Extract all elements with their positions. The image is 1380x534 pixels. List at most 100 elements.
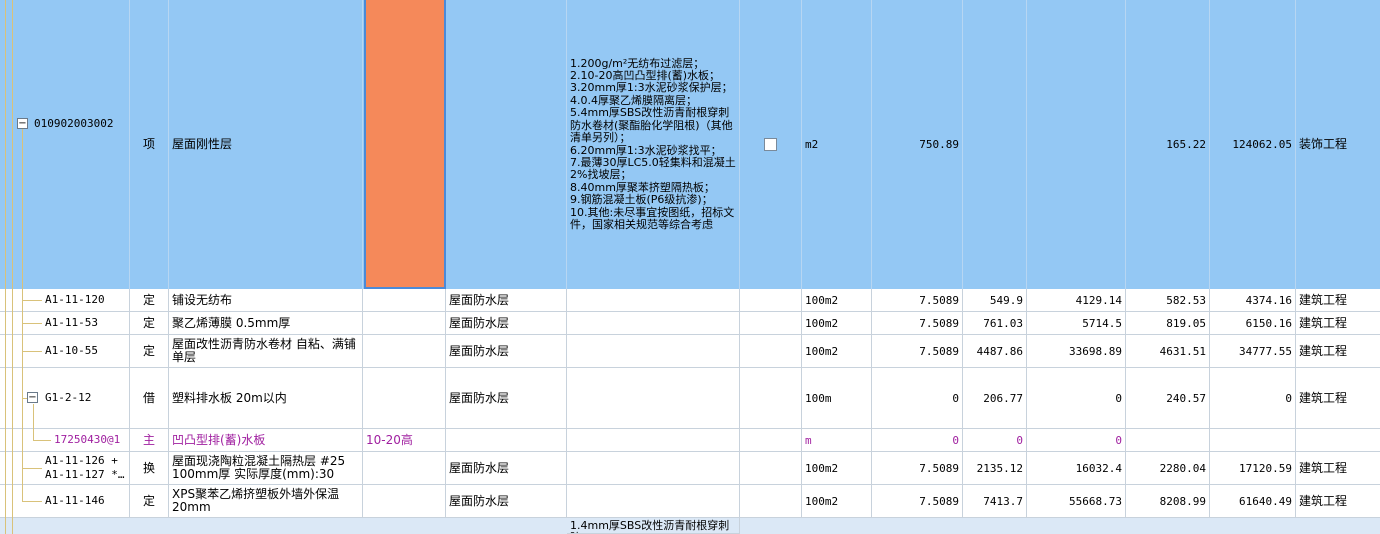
profession-cell: [446, 0, 567, 289]
total1-cell: 0: [1027, 429, 1126, 452]
quantity-cell: 7.5089: [872, 312, 963, 335]
total1-cell: [1027, 0, 1126, 289]
features-cell: [567, 312, 740, 335]
tree-line: [22, 300, 42, 301]
table-row-next-bill[interactable]: 1.4mm厚SBS改性沥青耐根穿刺防: [0, 518, 1380, 534]
features-cell: [567, 429, 740, 452]
quantity-cell: 0: [872, 429, 963, 452]
checkbox-cell: [740, 312, 802, 335]
unit-cell: 100m: [802, 368, 872, 429]
unit-cell: 100m2: [802, 452, 872, 485]
category-cell: 建筑工程: [1296, 452, 1380, 485]
name-cell: 聚乙烯薄膜 0.5mm厚: [169, 312, 363, 335]
profession-cell: 屋面防水层: [446, 289, 567, 312]
total1-cell: 55668.73: [1027, 485, 1126, 518]
features-text: 1.4mm厚SBS改性沥青耐根穿刺防: [570, 519, 730, 533]
table-row[interactable]: − G1-2-12 借 塑料排水板 20m以内 屋面防水层 100m 0 206…: [0, 368, 1380, 429]
features-cell: [567, 335, 740, 368]
price1-cell: 2135.12: [963, 452, 1027, 485]
table-row[interactable]: A1-11-120 定 铺设无纺布 屋面防水层 100m2 7.5089 549…: [0, 289, 1380, 312]
name-cell: XPS聚苯乙烯挤塑板外墙外保温 20mm: [169, 485, 363, 518]
item-code: G1-2-12: [45, 391, 92, 404]
price1-cell: 4487.86: [963, 335, 1027, 368]
code-cell: A1-11-146: [0, 485, 130, 518]
checkbox-cell: [740, 335, 802, 368]
total1-cell: 33698.89: [1027, 335, 1126, 368]
table-row[interactable]: A1-11-126 + A1-11-127 *… 换 屋面现浇陶粒混凝土隔热层 …: [0, 452, 1380, 485]
total1-cell: 5714.5: [1027, 312, 1126, 335]
total1-cell: 4129.14: [1027, 289, 1126, 312]
profession-cell: 屋面防水层: [446, 312, 567, 335]
price2-cell: [1126, 429, 1210, 452]
code-cell: A1-10-55: [0, 335, 130, 368]
price1-cell: 0: [963, 429, 1027, 452]
type-cell: 定: [130, 312, 169, 335]
quantity-cell: 7.5089: [872, 452, 963, 485]
collapse-icon[interactable]: −: [17, 118, 28, 129]
checkbox-cell: [740, 452, 802, 485]
collapse-icon[interactable]: −: [27, 392, 38, 403]
spec-cell[interactable]: [363, 452, 446, 485]
quantity-cell: 750.89: [872, 0, 963, 289]
price2-cell: 819.05: [1126, 312, 1210, 335]
tree-line: [22, 398, 27, 399]
features-cell: [567, 368, 740, 429]
name-cell: 屋面现浇陶粒混凝土隔热层 #25 100mm厚 实际厚度(mm):30: [169, 452, 363, 485]
name-cell: 屋面刚性层: [169, 0, 363, 289]
quantity-cell: 7.5089: [872, 289, 963, 312]
table-row-material[interactable]: 17250430@1 主 凹凸型排(蓄)水板 10-20高 m 0 0 0: [0, 429, 1380, 452]
code-cell: A1-11-120: [0, 289, 130, 312]
total2-cell: 6150.16: [1210, 312, 1296, 335]
profession-cell: 屋面防水层: [446, 452, 567, 485]
spec-cell[interactable]: 10-20高: [363, 429, 446, 452]
code-cell: A1-11-53: [0, 312, 130, 335]
unit-cell: 100m2: [802, 289, 872, 312]
unit-cell: m2: [802, 0, 872, 289]
table-row[interactable]: A1-11-53 定 聚乙烯薄膜 0.5mm厚 屋面防水层 100m2 7.50…: [0, 312, 1380, 335]
spec-cell[interactable]: [363, 312, 446, 335]
tree-line: [22, 129, 23, 501]
row-checkbox[interactable]: [764, 138, 777, 151]
spec-cell[interactable]: [363, 368, 446, 429]
name-cell: 塑料排水板 20m以内: [169, 368, 363, 429]
item-code: A1-11-53: [45, 316, 98, 329]
table-row[interactable]: A1-11-146 定 XPS聚苯乙烯挤塑板外墙外保温 20mm 屋面防水层 1…: [0, 485, 1380, 518]
price1-cell: 7413.7: [963, 485, 1027, 518]
item-code: A1-11-146: [45, 494, 105, 507]
item-code: A1-10-55: [45, 344, 98, 357]
tree-line: [33, 404, 34, 441]
item-code: 17250430@1: [54, 433, 121, 446]
type-cell: 项: [130, 0, 169, 289]
item-code: A1-11-126 +: [45, 454, 118, 467]
code-cell: A1-11-126 + A1-11-127 *…: [0, 452, 130, 485]
tree-line: [5, 0, 6, 534]
price2-cell: 582.53: [1126, 289, 1210, 312]
table-row-bill[interactable]: − 010902003002 项 屋面刚性层 1.200g/m²无纺布过滤层； …: [0, 0, 1380, 289]
spec-cell[interactable]: [363, 485, 446, 518]
item-code-secondary: A1-11-127 *…: [45, 468, 125, 481]
tree-line: [12, 0, 13, 534]
unit-cell: 100m2: [802, 312, 872, 335]
features-cell: 1.200g/m²无纺布过滤层； 2.10-20高凹凸型排(蓄)水板； 3.20…: [567, 0, 740, 289]
features-text: 1.200g/m²无纺布过滤层； 2.10-20高凹凸型排(蓄)水板； 3.20…: [570, 56, 736, 231]
profession-cell: 屋面防水层: [446, 335, 567, 368]
total2-cell: 0: [1210, 368, 1296, 429]
selected-cell-highlight[interactable]: [364, 0, 446, 289]
spec-cell[interactable]: [363, 335, 446, 368]
category-cell: 建筑工程: [1296, 335, 1380, 368]
table-row[interactable]: A1-10-55 定 屋面改性沥青防水卷材 自粘、满铺 单层 屋面防水层 100…: [0, 335, 1380, 368]
code-cell: − G1-2-12: [0, 368, 130, 429]
item-code: A1-11-120: [45, 293, 105, 306]
name-cell: 屋面改性沥青防水卷材 自粘、满铺 单层: [169, 335, 363, 368]
category-cell: 建筑工程: [1296, 485, 1380, 518]
features-cell: [567, 485, 740, 518]
item-code: 010902003002: [34, 117, 114, 130]
tree-line: [33, 440, 51, 441]
quantity-cell: 7.5089: [872, 335, 963, 368]
spec-cell[interactable]: [363, 289, 446, 312]
type-cell: 定: [130, 289, 169, 312]
price2-cell: 4631.51: [1126, 335, 1210, 368]
profession-cell: 屋面防水层: [446, 368, 567, 429]
tree-line: [22, 468, 42, 469]
category-cell: 建筑工程: [1296, 312, 1380, 335]
